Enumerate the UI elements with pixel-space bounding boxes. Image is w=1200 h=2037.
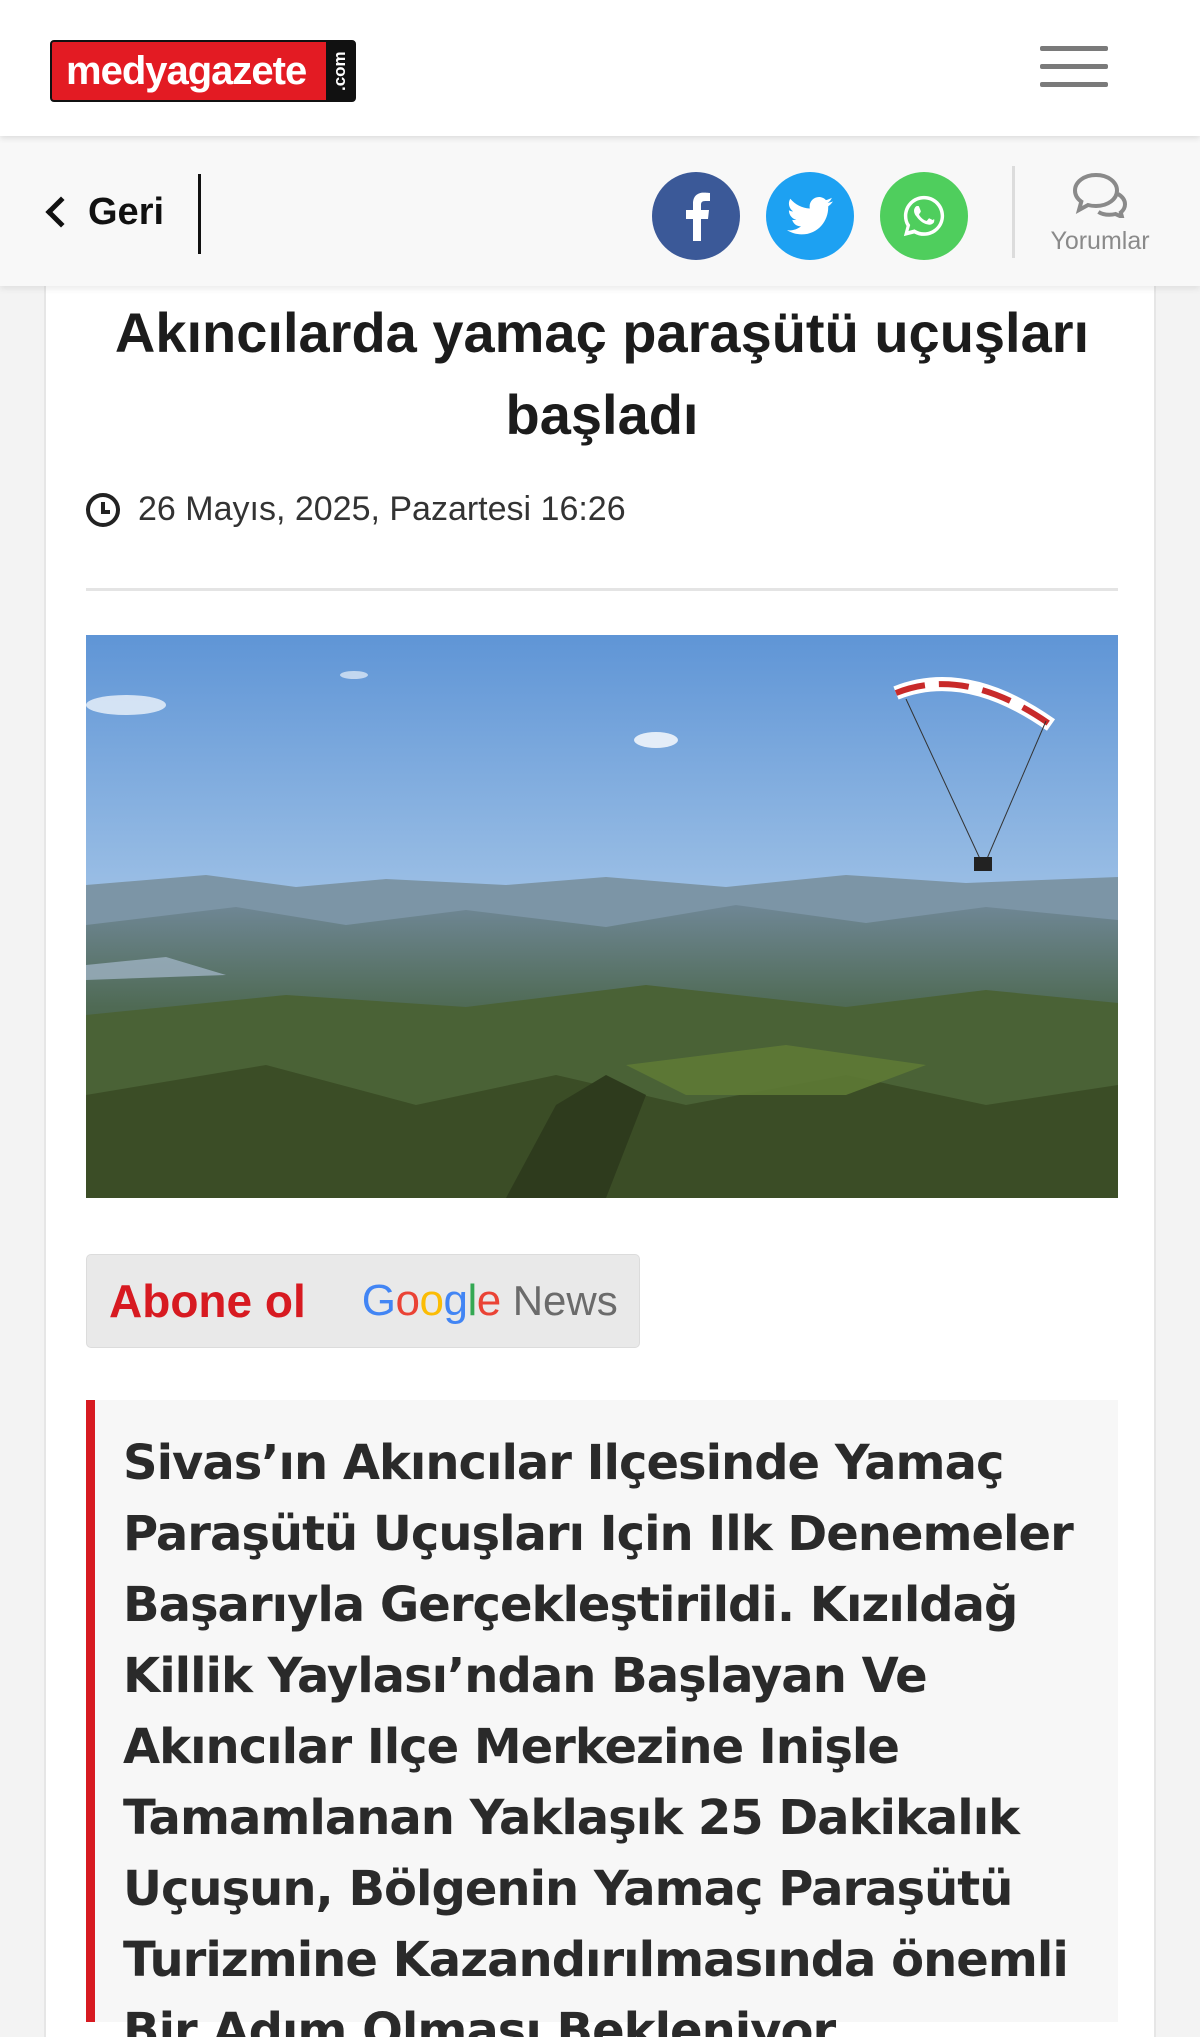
site-logo[interactable]: medyagazete .com [50,40,356,102]
clock-icon [86,492,120,527]
share-whatsapp-button[interactable] [880,172,968,260]
back-button[interactable]: Geri [40,188,164,236]
comments-label: Yorumlar [1050,227,1150,255]
google-logo: Google [361,1276,501,1325]
comments-icon [1072,172,1128,221]
logo-text: medyagazete [66,48,307,93]
divider [86,588,1118,591]
back-label: Geri [88,190,165,233]
hamburger-menu-icon[interactable] [1040,42,1108,92]
share-twitter-button[interactable] [766,172,854,260]
logo-suffix: .com [326,42,354,100]
paragliding-photo [86,635,1118,1198]
twitter-icon [787,197,833,235]
divider [198,174,201,254]
divider [1012,166,1015,258]
subscribe-google-news-button[interactable]: Abone ol Google News [86,1254,640,1348]
top-header: medyagazete .com [0,0,1200,136]
comments-button[interactable]: Yorumlar [1040,172,1160,256]
share-bar: Geri Yorumlar [0,136,1200,286]
article-summary: Sivas’ın Akıncılar Ilçesinde Yamaç Paraş… [86,1400,1118,2037]
article-date-row: 26 Mayıs, 2025, Pazartesi 16:26 [86,490,626,529]
article-card: Akıncılarda yamaç paraşütü uçuşları başl… [44,286,1156,2037]
article-title: Akıncılarda yamaç paraşütü uçuşları başl… [114,301,1090,446]
article-date: 26 Mayıs, 2025, Pazartesi 16:26 [138,490,626,528]
chevron-left-icon [45,196,77,228]
article-image[interactable] [86,635,1118,1198]
share-facebook-button[interactable] [652,172,740,260]
facebook-icon [686,192,710,241]
news-label: News [512,1277,618,1324]
whatsapp-icon [903,195,945,237]
subscribe-label: Abone ol [109,1275,306,1327]
summary-text: Sivas’ın Akıncılar Ilçesinde Yamaç Paraş… [123,1435,1074,2037]
